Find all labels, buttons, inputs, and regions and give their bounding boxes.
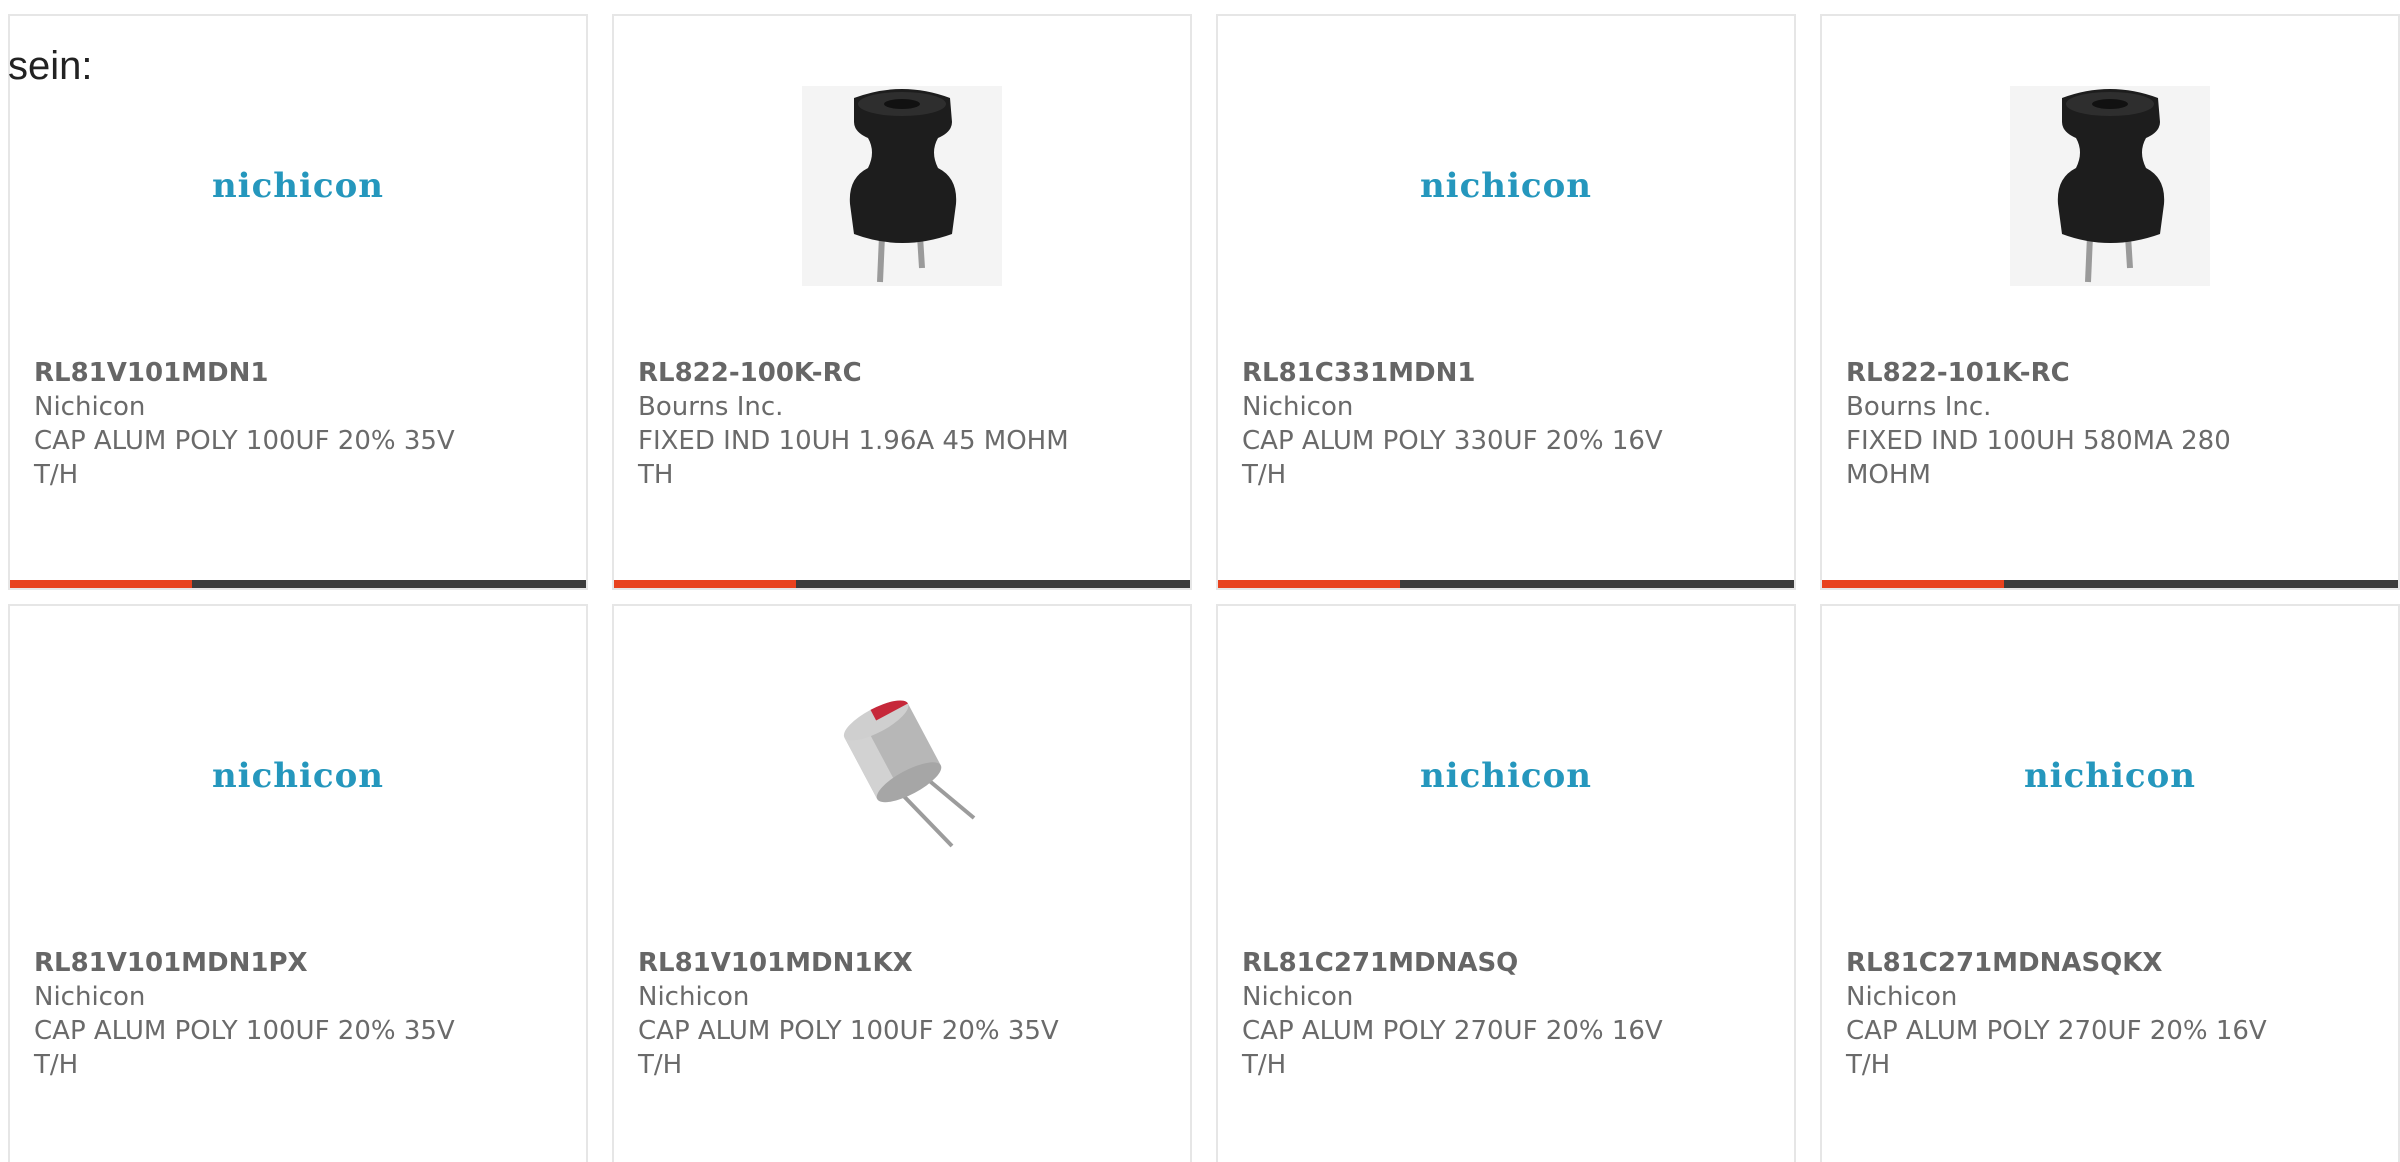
card-bottom-bar bbox=[1218, 580, 1794, 588]
part-number[interactable]: RL822-100K-RC bbox=[638, 356, 1108, 390]
manufacturer: Bourns Inc. bbox=[638, 392, 784, 422]
description-line: TH bbox=[638, 460, 674, 490]
intro-text: sein: bbox=[8, 44, 93, 88]
manufacturer: Nichicon bbox=[34, 392, 146, 422]
nichicon-logo: nichicon bbox=[2023, 756, 2197, 796]
manufacturer: Nichicon bbox=[638, 982, 750, 1012]
card-accent-bar bbox=[614, 580, 796, 588]
product-info: RL81C271MDNASQ Nichicon CAP ALUM POLY 270U… bbox=[1242, 946, 1712, 1082]
product-image[interactable]: nichicon bbox=[1404, 84, 1608, 288]
product-info: RL81C331MDN1 Nichicon CAP ALUM POLY 330UF … bbox=[1242, 356, 1712, 492]
description-line: MOHM bbox=[1846, 460, 1931, 490]
card-accent-bar bbox=[1218, 580, 1400, 588]
description-line: CAP ALUM POLY 100UF 20% 35V bbox=[638, 1016, 1059, 1046]
part-number[interactable]: RL81V101MDN1 bbox=[34, 356, 504, 390]
description-line: T/H bbox=[34, 1050, 79, 1080]
description-line: CAP ALUM POLY 270UF 20% 16V bbox=[1242, 1016, 1663, 1046]
product-card[interactable]: RL822-101K-RC Bourns Inc. FIXED IND 100UH … bbox=[1820, 14, 2400, 590]
inductor-image bbox=[802, 86, 1002, 286]
product-card[interactable]: nichicon RL81C271MDNASQ Nichicon CAP ALUM P… bbox=[1216, 604, 1796, 1162]
manufacturer: Nichicon bbox=[34, 982, 146, 1012]
manufacturer: Bourns Inc. bbox=[1846, 392, 1992, 422]
product-image[interactable] bbox=[2008, 84, 2212, 288]
product-info: RL822-101K-RC Bourns Inc. FIXED IND 100UH … bbox=[1846, 356, 2316, 492]
part-number[interactable]: RL81V101MDN1KX bbox=[638, 946, 1108, 980]
product-image[interactable]: nichicon bbox=[196, 84, 400, 288]
product-info: RL81C271MDNASQKX Nichicon CAP ALUM POLY 27… bbox=[1846, 946, 2316, 1082]
page: sein: nichicon RL81V101MDN1 Nichicon CAP AL… bbox=[0, 0, 2400, 1162]
product-card[interactable]: nichicon RL81V101MDN1 Nichicon CAP ALUM POL… bbox=[8, 14, 588, 590]
description-line: FIXED IND 10UH 1.96A 45 MOHM bbox=[638, 426, 1069, 456]
nichicon-logo: nichicon bbox=[1419, 756, 1593, 796]
product-image[interactable]: nichicon bbox=[196, 674, 400, 878]
description-line: T/H bbox=[34, 460, 79, 490]
description-line: T/H bbox=[1242, 460, 1287, 490]
product-card[interactable]: nichicon RL81V101MDN1PX Nichicon CAP ALUM P… bbox=[8, 604, 588, 1162]
capacitor-image bbox=[802, 676, 1002, 876]
nichicon-logo: nichicon bbox=[211, 166, 385, 206]
product-image[interactable]: nichicon bbox=[1404, 674, 1608, 878]
product-grid: nichicon RL81V101MDN1 Nichicon CAP ALUM POL… bbox=[8, 14, 2400, 1162]
manufacturer: Nichicon bbox=[1242, 392, 1354, 422]
manufacturer: Nichicon bbox=[1846, 982, 1958, 1012]
product-info: RL81V101MDN1PX Nichicon CAP ALUM POLY 100U… bbox=[34, 946, 504, 1082]
part-number[interactable]: RL81C271MDNASQKX bbox=[1846, 946, 2316, 980]
description-line: T/H bbox=[1846, 1050, 1891, 1080]
product-card[interactable]: RL81V101MDN1KX Nichicon CAP ALUM POLY 100U… bbox=[612, 604, 1192, 1162]
part-number[interactable]: RL81C331MDN1 bbox=[1242, 356, 1712, 390]
product-info: RL81V101MDN1 Nichicon CAP ALUM POLY 100UF … bbox=[34, 356, 504, 492]
product-image[interactable]: nichicon bbox=[2008, 674, 2212, 878]
product-card[interactable]: nichicon RL81C331MDN1 Nichicon CAP ALUM POL… bbox=[1216, 14, 1796, 590]
description-line: CAP ALUM POLY 330UF 20% 16V bbox=[1242, 426, 1663, 456]
product-card[interactable]: nichicon RL81C271MDNASQKX Nichicon CAP ALUM… bbox=[1820, 604, 2400, 1162]
description-line: FIXED IND 100UH 580MA 280 bbox=[1846, 426, 2231, 456]
product-image[interactable] bbox=[800, 674, 1004, 878]
description-line: CAP ALUM POLY 270UF 20% 16V bbox=[1846, 1016, 2267, 1046]
description-line: CAP ALUM POLY 100UF 20% 35V bbox=[34, 426, 455, 456]
product-info: RL822-100K-RC Bourns Inc. FIXED IND 10UH 1… bbox=[638, 356, 1108, 492]
part-number[interactable]: RL81C271MDNASQ bbox=[1242, 946, 1712, 980]
nichicon-logo: nichicon bbox=[211, 756, 385, 796]
nichicon-logo: nichicon bbox=[1419, 166, 1593, 206]
inductor-image bbox=[2010, 86, 2210, 286]
description-line: T/H bbox=[1242, 1050, 1287, 1080]
description-line: CAP ALUM POLY 100UF 20% 35V bbox=[34, 1016, 455, 1046]
product-image[interactable] bbox=[800, 84, 1004, 288]
card-bottom-bar bbox=[614, 580, 1190, 588]
product-card[interactable]: RL822-100K-RC Bourns Inc. FIXED IND 10UH 1… bbox=[612, 14, 1192, 590]
part-number[interactable]: RL822-101K-RC bbox=[1846, 356, 2316, 390]
part-number[interactable]: RL81V101MDN1PX bbox=[34, 946, 504, 980]
description-line: T/H bbox=[638, 1050, 683, 1080]
card-accent-bar bbox=[1822, 580, 2004, 588]
card-bottom-bar bbox=[1822, 580, 2398, 588]
card-bottom-bar bbox=[10, 580, 586, 588]
card-accent-bar bbox=[10, 580, 192, 588]
product-info: RL81V101MDN1KX Nichicon CAP ALUM POLY 100U… bbox=[638, 946, 1108, 1082]
manufacturer: Nichicon bbox=[1242, 982, 1354, 1012]
